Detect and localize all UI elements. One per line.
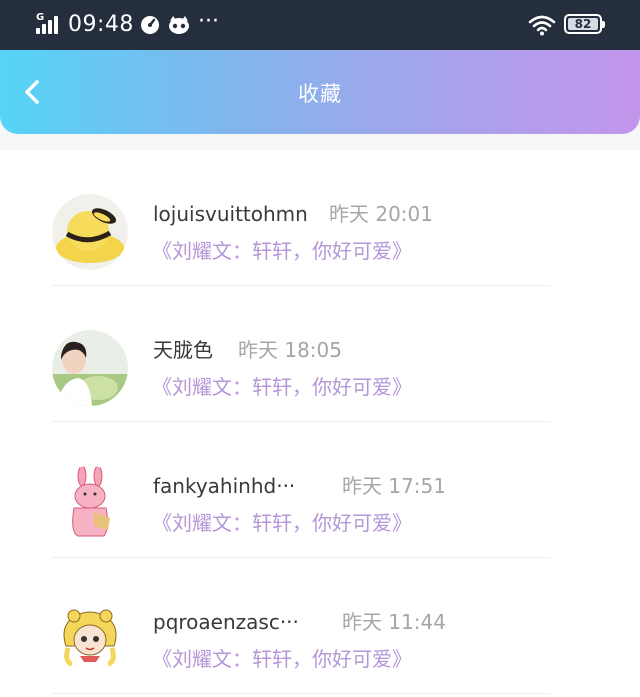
list-item[interactable]: 天胧色 昨天 18:05 《刘耀文：轩轩，你好可爱》	[0, 286, 640, 422]
status-bar: G 09:48 ··· 82	[0, 0, 640, 50]
app-face-icon	[168, 15, 189, 35]
favorite-username[interactable]: lojuisvuittohmn	[153, 200, 308, 228]
battery-level: 82	[574, 17, 592, 31]
favorite-time: 昨天 20:01	[329, 202, 433, 226]
favorite-username[interactable]: fankyahinhd···	[153, 472, 295, 500]
favorite-time: 昨天 11:44	[342, 610, 446, 634]
list-item[interactable]: fankyahinhd··· 昨天 17:51 《刘耀文：轩轩，你好可爱》	[0, 422, 640, 558]
person-photo-avatar[interactable]	[52, 330, 128, 406]
more-notifications-icon: ···	[198, 9, 219, 34]
cartoon-girl-avatar[interactable]	[52, 602, 128, 678]
list-item[interactable]: lojuisvuittohmn 昨天 20:01 《刘耀文：轩轩，你好可爱》	[0, 150, 640, 286]
favorite-quote[interactable]: 《刘耀文：轩轩，你好可爱》	[152, 373, 412, 401]
favorite-time: 昨天 17:51	[342, 474, 446, 498]
status-time: 09:48	[68, 12, 134, 37]
favorite-quote[interactable]: 《刘耀文：轩轩，你好可爱》	[152, 645, 412, 673]
favorite-quote[interactable]: 《刘耀文：轩轩，你好可爱》	[152, 237, 412, 265]
favorite-quote[interactable]: 《刘耀文：轩轩，你好可爱》	[152, 509, 412, 537]
pink-rabbit-avatar[interactable]	[52, 466, 128, 542]
signal-icon: G	[36, 12, 64, 36]
battery-icon: 82	[564, 14, 605, 34]
favorite-username[interactable]: pqroaenzasc···	[153, 608, 299, 636]
header-bar: 收藏	[0, 50, 640, 134]
page-title: 收藏	[298, 82, 342, 106]
yellow-hat-avatar[interactable]	[52, 194, 128, 270]
favorite-time: 昨天 18:05	[238, 338, 342, 362]
favorite-username[interactable]: 天胧色	[153, 336, 213, 364]
favorites-list: lojuisvuittohmn 昨天 20:01 《刘耀文：轩轩，你好可爱》 天…	[0, 150, 640, 697]
network-type-label: G	[36, 12, 45, 23]
speedometer-icon	[140, 15, 160, 35]
list-item[interactable]: pqroaenzasc··· 昨天 11:44 《刘耀文：轩轩，你好可爱》	[0, 558, 640, 694]
wifi-icon	[528, 14, 556, 36]
